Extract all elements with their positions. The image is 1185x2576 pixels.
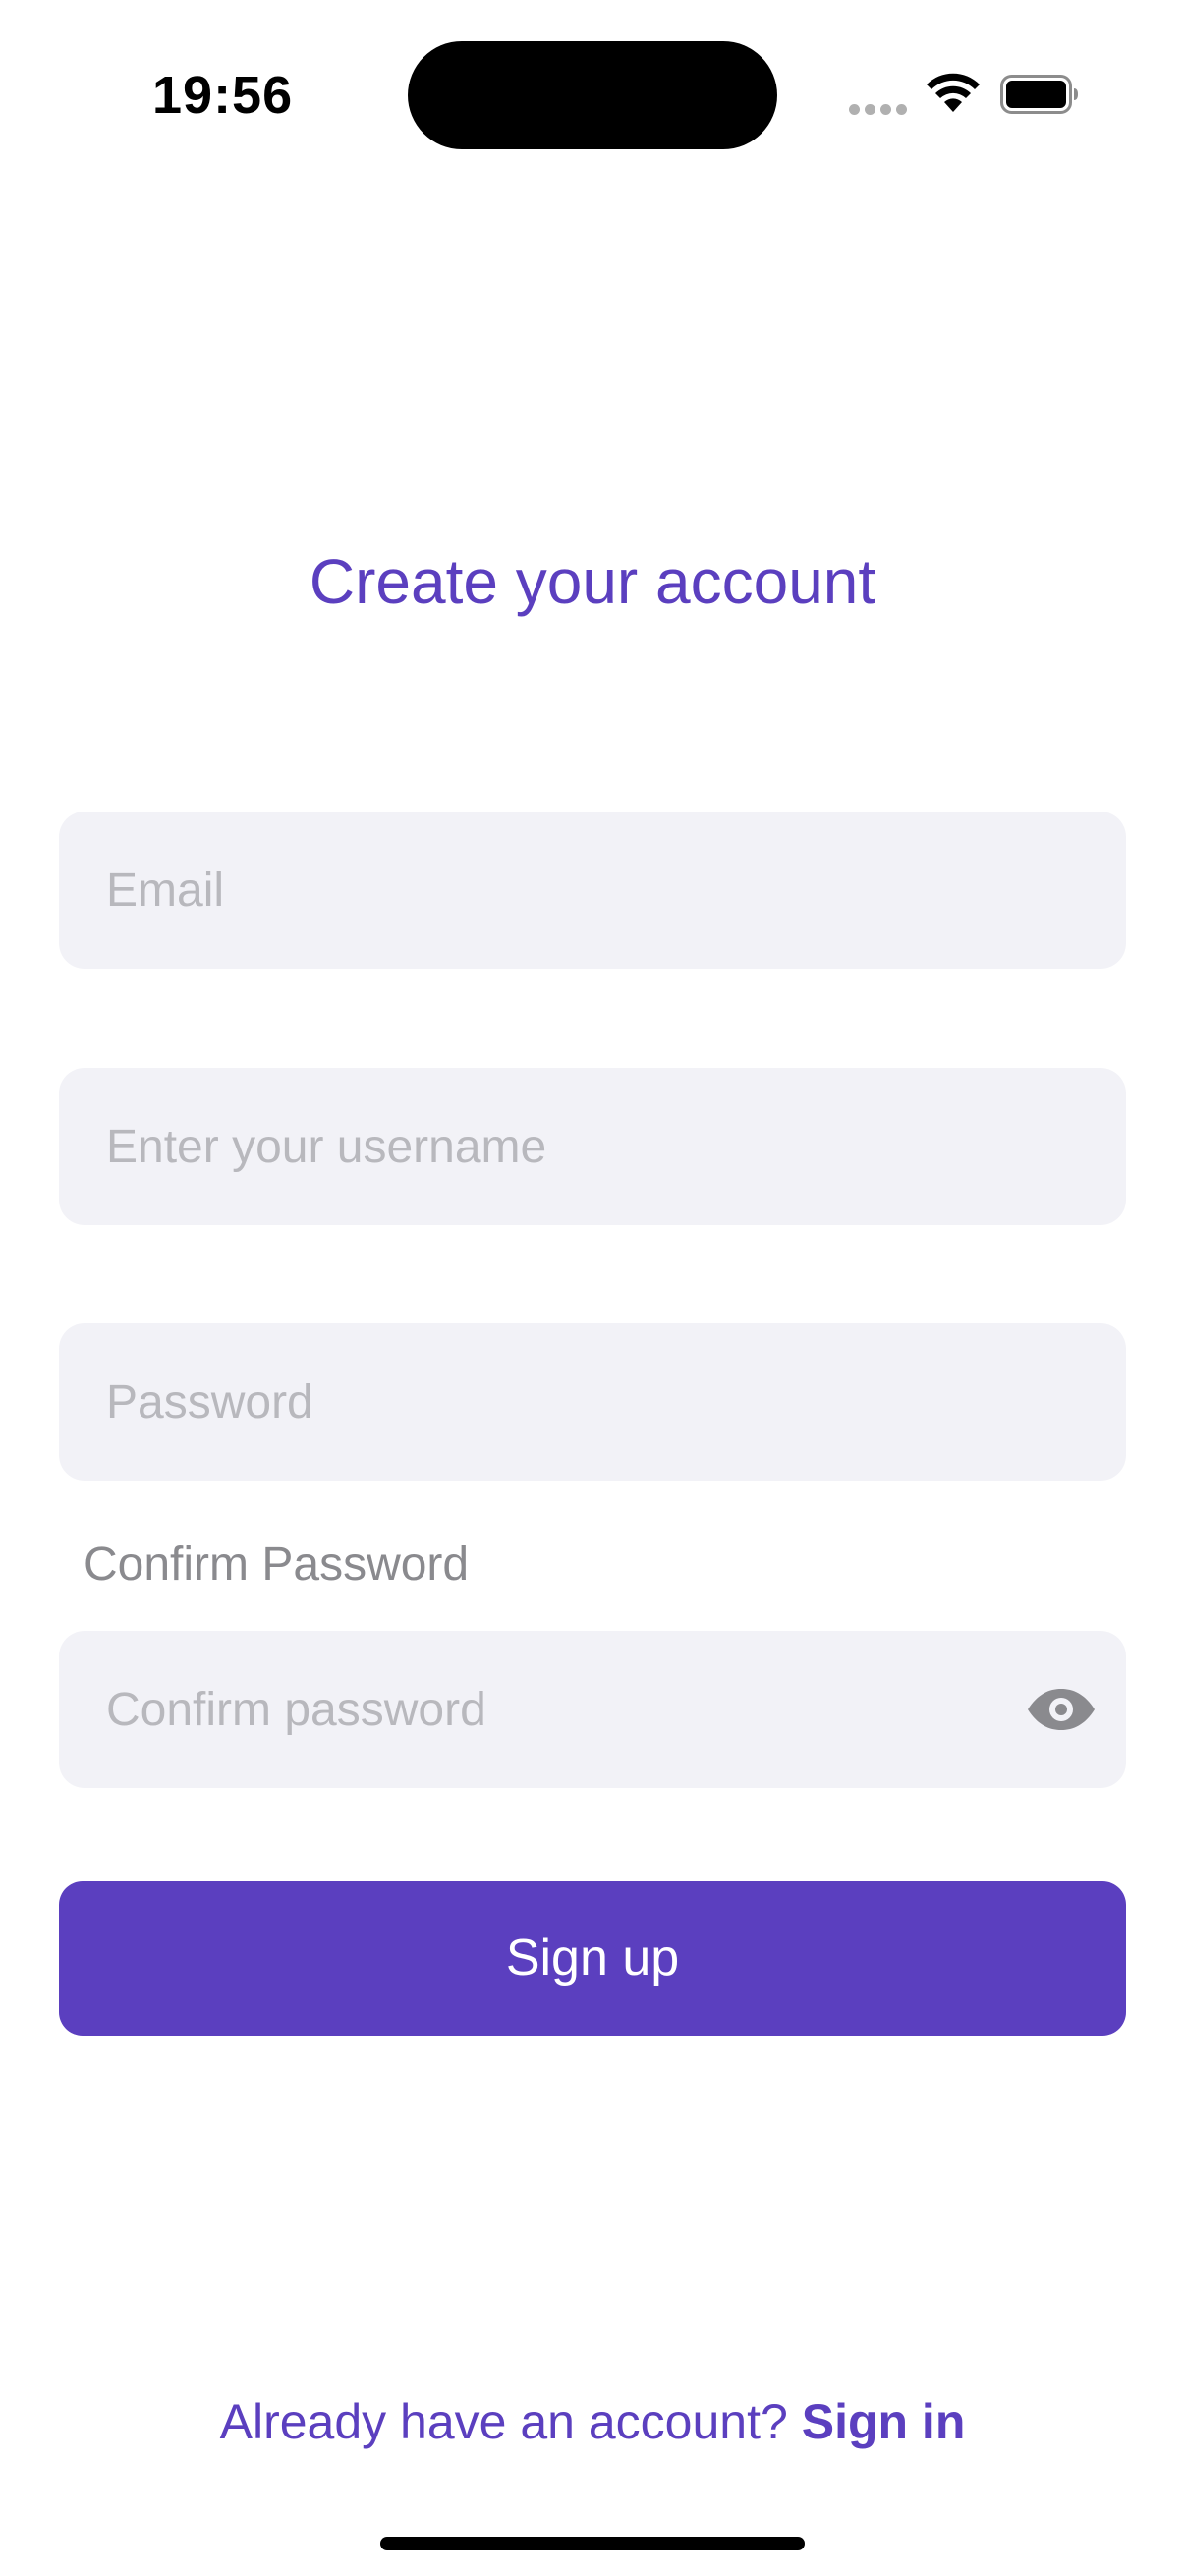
page-title: Create your account <box>309 546 876 617</box>
battery-icon <box>1000 75 1078 114</box>
home-indicator[interactable] <box>380 2537 805 2550</box>
password-field-container <box>59 1323 1126 1481</box>
confirm-password-label: Confirm Password <box>84 1539 470 1591</box>
cellular-signal-icon <box>849 104 908 116</box>
email-input[interactable] <box>106 812 1030 969</box>
status-time: 19:56 <box>152 66 294 125</box>
dynamic-island <box>408 41 777 149</box>
email-field-container <box>59 812 1126 969</box>
status-bar: 19:56 <box>0 0 1185 187</box>
username-input[interactable] <box>106 1068 1030 1225</box>
already-have-account-text: Already have an account? <box>219 2394 788 2449</box>
sign-in-prompt: Already have an account? Sign in <box>0 2393 1185 2450</box>
eye-icon[interactable] <box>1026 1688 1097 1731</box>
sign-up-button[interactable]: Sign up <box>59 1881 1126 2036</box>
confirm-password-field-container <box>59 1631 1126 1788</box>
password-input[interactable] <box>106 1323 1030 1481</box>
confirm-password-input[interactable] <box>106 1631 931 1788</box>
username-field-container <box>59 1068 1126 1225</box>
wifi-icon <box>927 73 980 112</box>
sign-in-link[interactable]: Sign in <box>802 2394 966 2449</box>
